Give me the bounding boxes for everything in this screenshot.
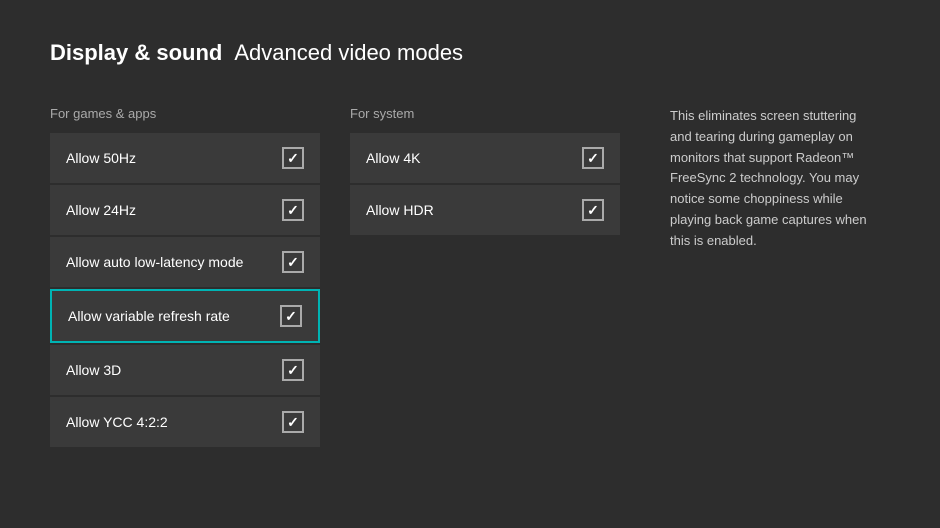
column-title-games-apps: For games & apps bbox=[50, 106, 320, 121]
setting-allow-4k[interactable]: Allow 4K bbox=[350, 133, 620, 183]
setting-label-allow-auto-low-latency: Allow auto low-latency mode bbox=[66, 254, 243, 270]
checkbox-allow-4k[interactable] bbox=[582, 147, 604, 169]
setting-label-allow-variable-refresh: Allow variable refresh rate bbox=[68, 308, 230, 324]
description-text: This eliminates screen stuttering and te… bbox=[670, 106, 870, 252]
description-panel: This eliminates screen stuttering and te… bbox=[650, 106, 890, 447]
page-title-secondary: Advanced video modes bbox=[234, 40, 463, 66]
setting-allow-auto-low-latency[interactable]: Allow auto low-latency mode bbox=[50, 237, 320, 287]
checkbox-allow-3d[interactable] bbox=[282, 359, 304, 381]
setting-allow-variable-refresh[interactable]: Allow variable refresh rate bbox=[50, 289, 320, 343]
setting-label-allow-3d: Allow 3D bbox=[66, 362, 121, 378]
setting-label-allow-24hz: Allow 24Hz bbox=[66, 202, 136, 218]
setting-label-allow-ycc: Allow YCC 4:2:2 bbox=[66, 414, 168, 430]
settings-list-games-apps: Allow 50Hz Allow 24Hz Allow auto low-lat… bbox=[50, 133, 320, 447]
setting-label-allow-50hz: Allow 50Hz bbox=[66, 150, 136, 166]
settings-page: Display & sound Advanced video modes For… bbox=[0, 0, 940, 528]
setting-label-allow-4k: Allow 4K bbox=[366, 150, 420, 166]
setting-label-allow-hdr: Allow HDR bbox=[366, 202, 434, 218]
content-area: For games & apps Allow 50Hz Allow 24Hz A… bbox=[50, 106, 890, 447]
page-title-primary: Display & sound bbox=[50, 40, 222, 66]
column-games-apps: For games & apps Allow 50Hz Allow 24Hz A… bbox=[50, 106, 320, 447]
checkbox-allow-50hz[interactable] bbox=[282, 147, 304, 169]
setting-allow-24hz[interactable]: Allow 24Hz bbox=[50, 185, 320, 235]
column-system: For system Allow 4K Allow HDR bbox=[350, 106, 620, 447]
checkbox-allow-variable-refresh[interactable] bbox=[280, 305, 302, 327]
checkbox-allow-ycc[interactable] bbox=[282, 411, 304, 433]
checkbox-allow-24hz[interactable] bbox=[282, 199, 304, 221]
setting-allow-hdr[interactable]: Allow HDR bbox=[350, 185, 620, 235]
column-title-system: For system bbox=[350, 106, 620, 121]
setting-allow-50hz[interactable]: Allow 50Hz bbox=[50, 133, 320, 183]
setting-allow-3d[interactable]: Allow 3D bbox=[50, 345, 320, 395]
checkbox-allow-hdr[interactable] bbox=[582, 199, 604, 221]
settings-list-system: Allow 4K Allow HDR bbox=[350, 133, 620, 235]
setting-allow-ycc[interactable]: Allow YCC 4:2:2 bbox=[50, 397, 320, 447]
page-header: Display & sound Advanced video modes bbox=[50, 40, 890, 66]
checkbox-allow-auto-low-latency[interactable] bbox=[282, 251, 304, 273]
